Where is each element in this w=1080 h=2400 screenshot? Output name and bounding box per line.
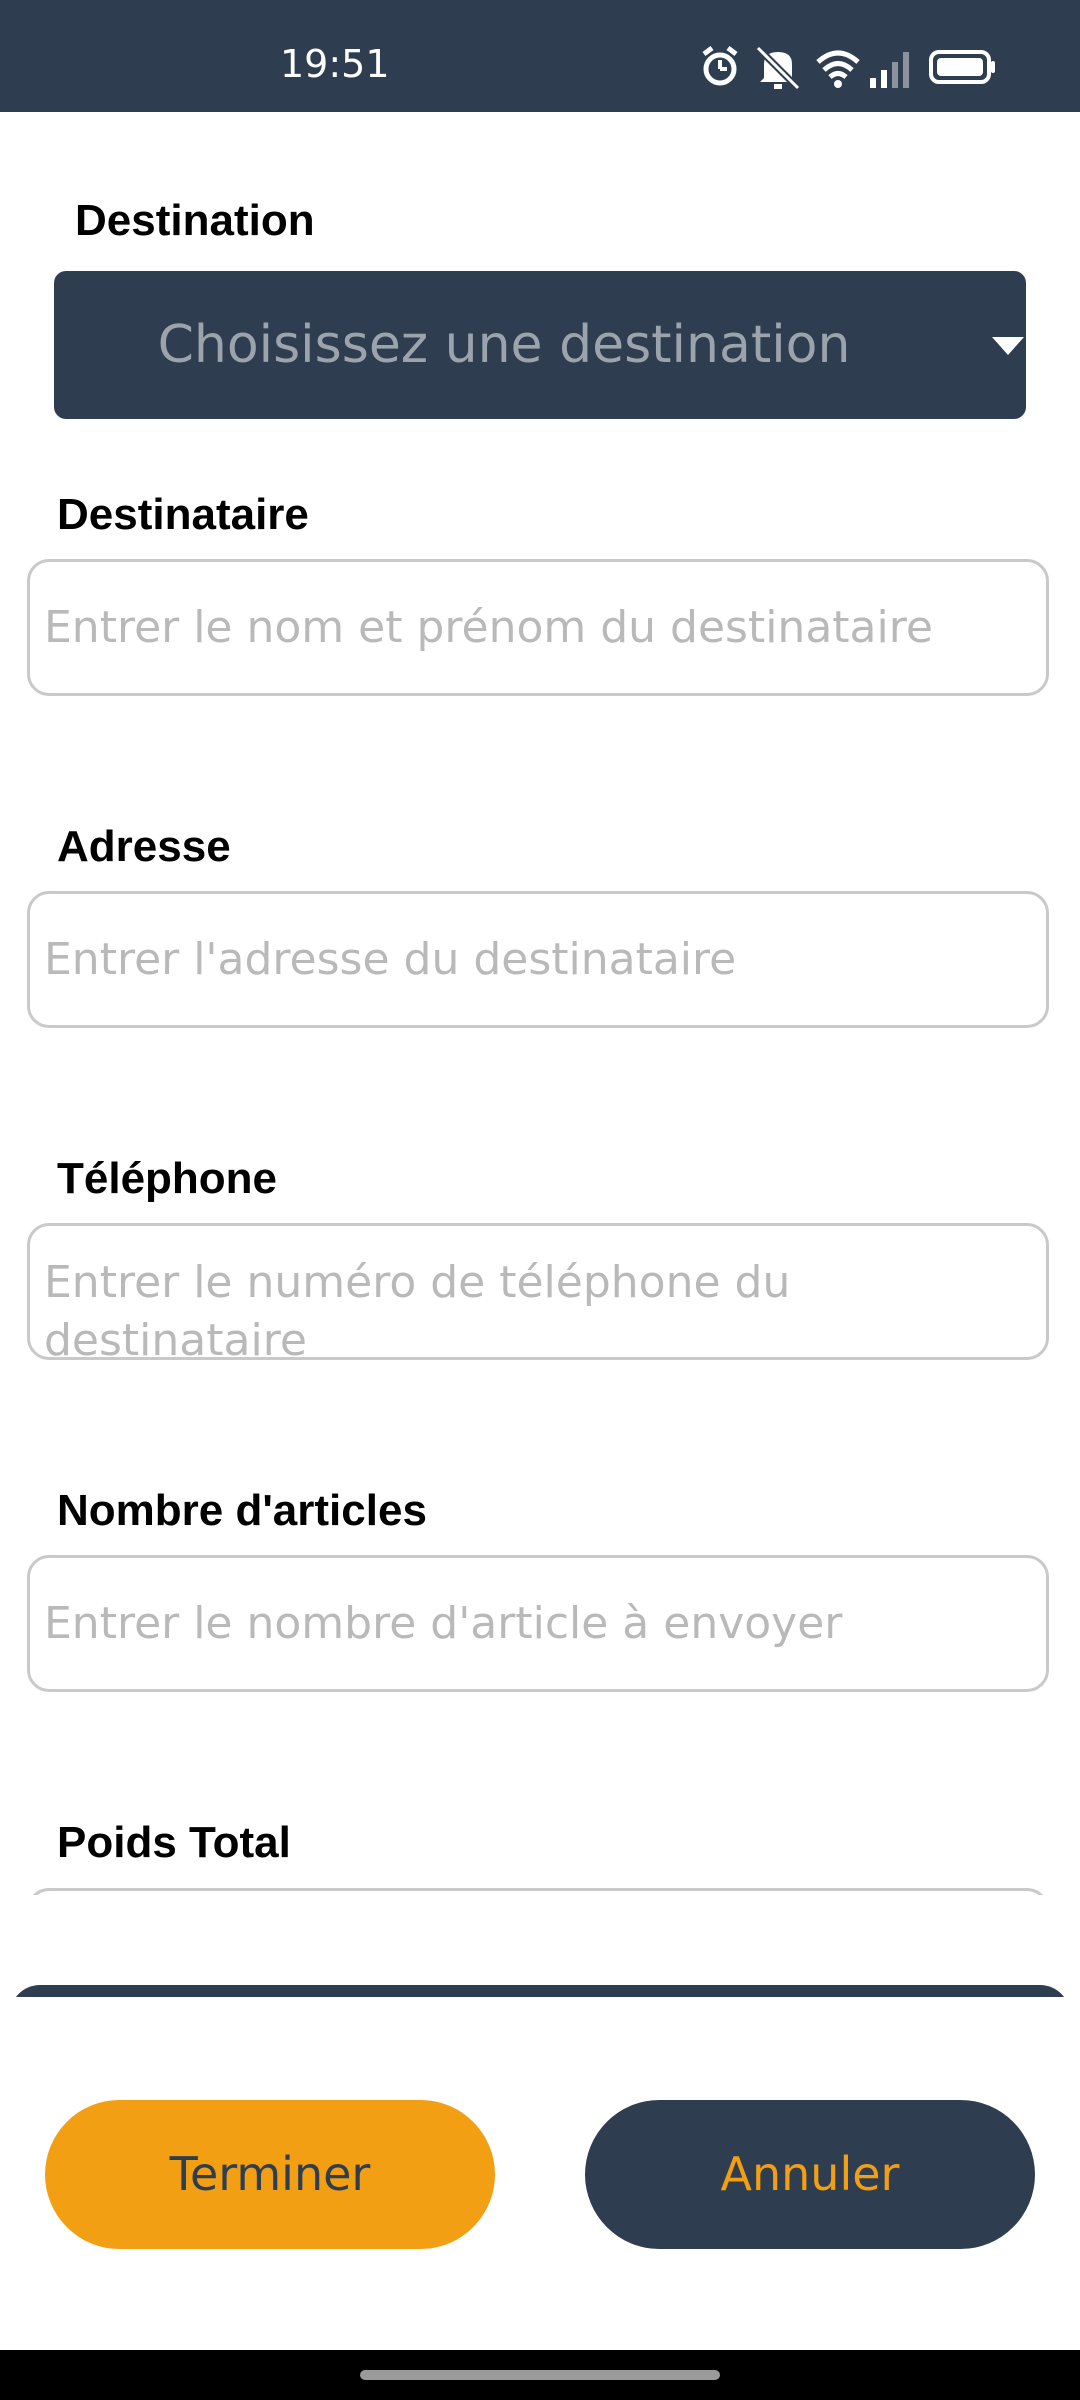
item-count-placeholder: Entrer le nombre d'article à envoyer	[44, 1598, 843, 1649]
phone-label: Téléphone	[57, 1154, 278, 1203]
phone-input[interactable]: Entrer le numéro de téléphone du destina…	[27, 1223, 1049, 1360]
destination-dropdown[interactable]: Choisissez une destination	[54, 271, 1026, 419]
destination-dropdown-value: Choisissez une destination	[157, 315, 851, 375]
item-count-label: Nombre d'articles	[57, 1486, 427, 1535]
alarm-icon	[702, 46, 738, 86]
mute-icon	[755, 45, 801, 91]
form-scroll-area[interactable]: Destination Choisissez une destination D…	[0, 112, 1080, 1895]
address-input[interactable]: Entrer l'adresse du destinataire	[27, 891, 1049, 1028]
wifi-icon	[816, 50, 860, 88]
total-weight-label: Poids Total	[57, 1818, 291, 1867]
chevron-down-icon	[992, 337, 1024, 355]
destination-label: Destination	[75, 196, 315, 245]
navigation-bar	[0, 2350, 1080, 2400]
item-count-input[interactable]: Entrer le nombre d'article à envoyer	[27, 1555, 1049, 1692]
recipient-input[interactable]: Entrer le nom et prénom du destinataire	[27, 559, 1049, 696]
cancel-button[interactable]: Annuler	[585, 2100, 1035, 2249]
total-weight-input[interactable]	[27, 1888, 1049, 1895]
battery-icon	[929, 50, 995, 84]
recipient-label: Destinataire	[57, 490, 309, 539]
finish-button[interactable]: Terminer	[45, 2100, 495, 2249]
recipient-placeholder: Entrer le nom et prénom du destinataire	[44, 602, 933, 653]
signal-icon	[870, 52, 909, 88]
phone-placeholder: Entrer le numéro de téléphone du destina…	[44, 1257, 791, 1360]
address-label: Adresse	[57, 822, 231, 871]
status-bar: 19:51	[0, 0, 1080, 112]
home-gesture-handle[interactable]	[360, 2370, 720, 2380]
address-placeholder: Entrer l'adresse du destinataire	[44, 934, 737, 985]
status-time: 19:51	[280, 42, 390, 86]
